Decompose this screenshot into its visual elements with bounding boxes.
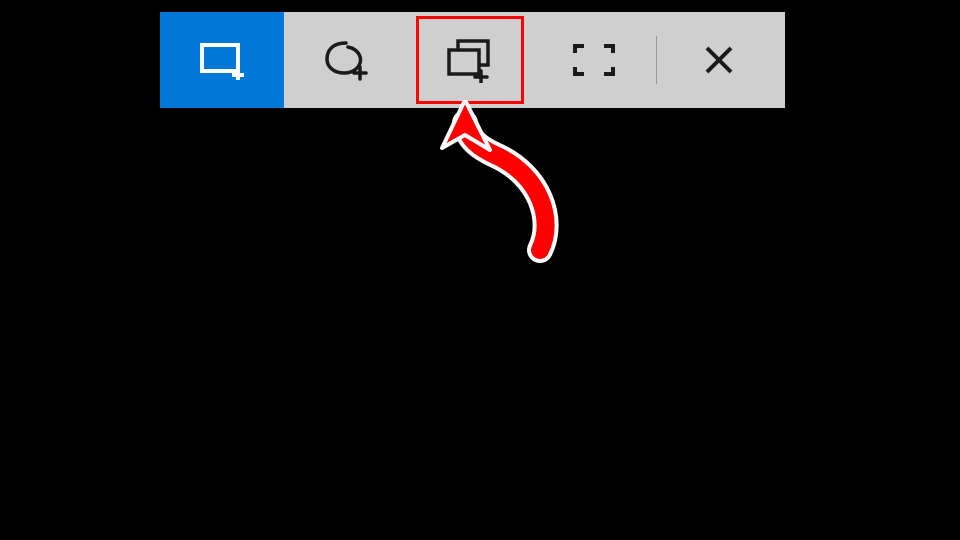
rectangular-snip-icon: [198, 40, 246, 80]
snip-toolbar: [160, 12, 785, 108]
close-button[interactable]: [657, 12, 781, 108]
freeform-snip-button[interactable]: [284, 12, 408, 108]
rectangular-snip-button[interactable]: [160, 12, 284, 108]
fullscreen-snip-icon: [572, 43, 616, 77]
highlight-box: [416, 16, 524, 104]
fullscreen-snip-button[interactable]: [532, 12, 656, 108]
window-snip-button[interactable]: [408, 12, 532, 108]
close-icon: [703, 44, 735, 76]
callout-arrow: [420, 100, 580, 280]
freeform-snip-icon: [322, 39, 370, 81]
